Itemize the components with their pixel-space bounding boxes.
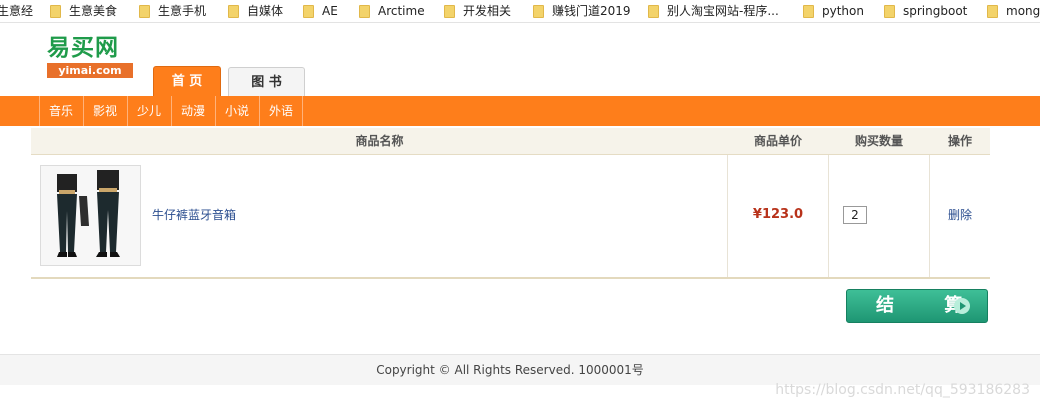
logo-domain: yimai.com <box>47 63 133 78</box>
delete-link[interactable]: 删除 <box>930 206 990 224</box>
folder-icon <box>803 4 814 18</box>
folder-icon <box>987 4 998 18</box>
folder-icon <box>884 4 895 18</box>
folder-icon <box>228 4 239 18</box>
bookmark-item[interactable]: 别人淘宝网站-程序... <box>648 0 779 22</box>
tab-books[interactable]: 图 书 <box>228 67 305 96</box>
tab-home[interactable]: 首 页 <box>153 66 221 96</box>
jeans-photo-icon <box>41 166 140 265</box>
folder-icon <box>648 4 659 18</box>
bookmark-item[interactable]: mong <box>987 0 1040 22</box>
play-arrow-icon <box>954 298 970 314</box>
logo-name: 易买网 <box>47 34 119 61</box>
site-logo[interactable]: 易买网 yimai.com <box>47 34 133 80</box>
bookmark-item[interactable]: 自媒体 <box>228 0 283 22</box>
bookmark-item[interactable]: AE <box>303 0 338 22</box>
nav-item-film[interactable]: 影视 <box>83 96 126 126</box>
quantity-input[interactable] <box>843 206 867 224</box>
folder-icon <box>303 4 314 18</box>
folder-icon <box>359 4 370 18</box>
bookmark-item[interactable]: python <box>803 0 864 22</box>
bookmark-item[interactable]: 赚钱门道2019 <box>533 0 631 22</box>
bookmark-item[interactable]: springboot <box>884 0 967 22</box>
header-product-name: 商品名称 <box>355 134 404 148</box>
folder-icon <box>444 4 455 18</box>
column-divider <box>828 155 829 277</box>
header-quantity: 购买数量 <box>854 134 903 148</box>
bookmark-item[interactable]: 生意手机 <box>139 0 206 22</box>
bookmark-item[interactable]: 生意经 <box>0 0 33 22</box>
bookmark-item[interactable]: 开发相关 <box>444 0 511 22</box>
cart-table-header: 商品名称 商品单价 购买数量 操作 <box>31 128 990 155</box>
nav-item-anime[interactable]: 动漫 <box>171 96 214 126</box>
nav-item-language[interactable]: 外语 <box>259 96 304 126</box>
folder-icon <box>139 4 150 18</box>
checkout-button[interactable]: 结 算 <box>846 289 988 323</box>
table-row: 牛仔裤蓝牙音箱 ¥123.0 删除 <box>31 155 990 279</box>
watermark-text: https://blog.csdn.net/qq_593186283 <box>775 382 1030 398</box>
bookmark-item[interactable]: Arctime <box>359 0 425 22</box>
unit-price: ¥123.0 <box>752 207 804 222</box>
header-unit-price: 商品单价 <box>753 134 802 148</box>
nav-item-novel[interactable]: 小说 <box>215 96 258 126</box>
category-nav: 音乐 影视 少儿 动漫 小说 外语 <box>0 96 1040 126</box>
folder-icon <box>533 4 544 18</box>
product-name-link[interactable]: 牛仔裤蓝牙音箱 <box>152 206 236 224</box>
folder-icon <box>50 4 61 18</box>
product-image[interactable] <box>40 165 141 266</box>
header-action: 操作 <box>947 134 972 148</box>
bookmarks-bar: 生意经 生意美食 生意手机 自媒体 AE Arctime 开发相关 赚钱门道20… <box>0 0 1040 23</box>
nav-item-kids[interactable]: 少儿 <box>127 96 170 126</box>
nav-item-music[interactable]: 音乐 <box>39 96 82 126</box>
bookmark-item[interactable]: 生意美食 <box>50 0 117 22</box>
